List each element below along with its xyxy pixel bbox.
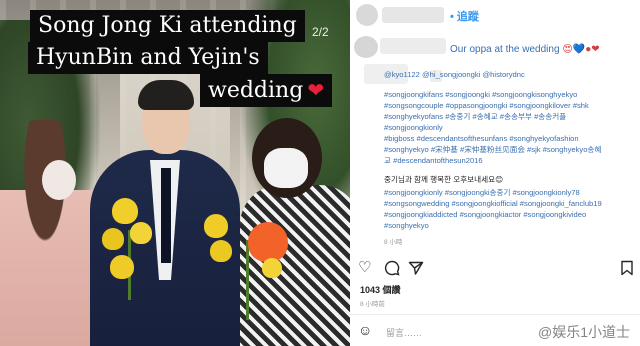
post-caption: Our oppa at the wedding 😍💙●❤ [450,44,600,55]
caption-hashtags[interactable]: #songjoongkionly [384,123,638,134]
photo-caption-line-3: wedding ❤ [200,74,333,107]
caption-avatar-blurred [354,36,378,58]
photo-page-indicator: 2/2 [312,25,329,39]
caption-timestamp: 8 小時 [384,239,403,246]
photo-flower-yellow [110,255,134,279]
caption-author-blurred [380,38,446,54]
photo-caption-word: wedding [208,78,304,103]
caption-hashtags[interactable]: #songjoongkifans #songjoongki #songjoong… [384,90,638,101]
photo-woman-right-mask [264,148,308,188]
photo-flower-yellow [210,240,232,262]
post-caption-text: Our oppa at the wedding [450,44,560,55]
caption-hashtags[interactable]: #bigboss #descendantsofthesunfans #songh… [384,134,638,145]
post-header: • 追蹤 [350,0,640,32]
comment-divider [350,314,640,315]
author-name-blurred[interactable] [382,7,444,23]
photo-flower-stem [246,240,249,320]
photo-flower-yellow [204,214,228,238]
post-sidebar: • 追蹤 Our oppa at the wedding 😍💙●❤ @kyo11… [350,0,640,346]
comment-icon[interactable] [384,260,400,280]
post-caption-emojis: 😍💙●❤ [562,44,600,55]
caption-hashtags[interactable]: #songjoongkiaddicted #songjoongkiactor #… [384,210,638,221]
photo-caption-line-2: HyunBin and Yejin's [28,42,268,74]
post-timestamp: 8 小時前 [360,301,385,308]
caption-hashtags[interactable]: #songhyekyofans #송중기 #송혜교 #송송부부 #송송커플 [384,112,638,123]
likes-count[interactable]: 1043 個讚 [360,283,401,296]
photo-flower-yellow [112,198,138,224]
follow-button[interactable]: • 追蹤 [450,8,479,24]
photo-groom-hair [138,80,194,110]
caption-hashtags[interactable]: #songsongwedding #songjoongkiofficial #s… [384,199,638,210]
smile-icon[interactable]: ☺ [358,322,372,338]
caption-hashtags[interactable]: #songsongcouple #oppasongjoongki #songjo… [384,101,638,112]
share-icon[interactable] [408,260,424,280]
caption-hashtags[interactable]: #songhyekyo [384,221,638,232]
photo-flower-yellow [130,222,152,244]
heart-emoji-icon: ❤ [307,78,325,102]
caption-hashtags[interactable]: 교 #descendantofthesun2016 [384,156,638,167]
heart-icon[interactable]: ♡ [358,260,371,276]
bookmark-icon[interactable] [620,260,634,280]
source-watermark: @娱乐1小道士 [538,324,630,340]
photo-person-left [0,120,100,346]
author-avatar[interactable] [356,4,378,26]
photo-flower-orange [248,222,288,262]
comment-input[interactable]: 留言…… [386,326,422,339]
caption-mentions[interactable]: @kyo1122 @hi_songjoongki @historydnc [384,70,638,81]
photo-person-left-mask [42,160,76,200]
photo-flower-yellow [262,258,282,278]
post-action-bar: ♡ [350,258,640,280]
photo-woman-right-body [240,185,350,346]
caption-hashtags[interactable]: #songhyekyo #宋仲基 #宋仲基粉丝见面会 #sjk #songhye… [384,145,638,156]
photo-flower-yellow [102,228,124,250]
caption-korean-greeting: 중기님과 함께 행복한 오후보내세요😊 [384,175,504,184]
post-photo[interactable]: Song Jong Ki attending HyunBin and Yejin… [0,0,350,346]
photo-caption-line-1: Song Jong Ki attending [30,10,305,42]
caption-hashtags[interactable]: #songjoongkionly #songjoongki송중기 #songjo… [384,188,638,199]
photo-groom-tie [161,168,171,263]
